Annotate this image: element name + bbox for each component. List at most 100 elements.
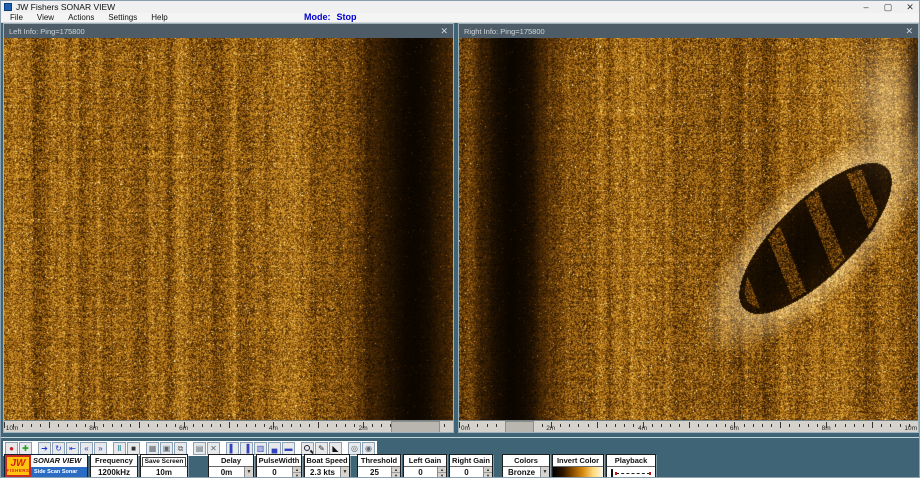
left-range-ruler[interactable]: 10m8m6m4m2m	[4, 420, 453, 432]
ruler-tick	[220, 424, 221, 427]
left-sonar-panel: Left Info: Ping=175800 ✕ 10m8m6m4m2m	[3, 23, 454, 433]
ruler-tick	[381, 424, 382, 427]
left-gain-label: Left Gain	[404, 455, 446, 467]
logo-jw-text: JW	[11, 459, 26, 468]
mode-value: Stop	[337, 12, 357, 23]
ruler-tick	[246, 424, 247, 427]
right-sonar-panel: Right Info: Ping=175800 ✕ 0m2m4m6m8m10m	[458, 23, 919, 433]
ruler-tick	[103, 424, 104, 427]
app-logo: JW FISHERS SONAR VIEW Side Scan Sonar	[4, 454, 88, 478]
right-ruler-thumb[interactable]	[505, 421, 534, 432]
left-ruler-label-4m: 4m	[269, 425, 278, 432]
ruler-tick	[753, 424, 754, 427]
left-sonar-image[interactable]	[4, 38, 453, 420]
pulse-width-down-button[interactable]: ▾	[293, 473, 301, 478]
boat-speed-value[interactable]: 2.3 kts	[305, 467, 340, 478]
menu-item-actions[interactable]: Actions	[61, 13, 101, 23]
boat-speed-dropdown-button[interactable]: ▼	[340, 467, 349, 478]
colors-dropdown-button[interactable]: ▼	[540, 467, 549, 478]
ruler-tick	[211, 424, 212, 427]
delay-value[interactable]: 0m	[209, 467, 244, 478]
threshold-value[interactable]: 25	[358, 467, 391, 478]
invert-color-label: Invert Color	[553, 455, 603, 467]
frequency-value: 1200kHz	[91, 467, 137, 478]
save-screen-button[interactable]: Save Screen	[142, 457, 187, 467]
left-ruler-label-10m: 10m	[6, 425, 19, 432]
ruler-tick	[725, 424, 726, 427]
pulse-width-label: PulseWidth	[257, 455, 301, 467]
right-range-ruler[interactable]: 0m2m4m6m8m10m	[459, 420, 918, 432]
ruler-tick	[789, 424, 790, 427]
ruler-tick	[569, 424, 570, 427]
ruler-tick	[166, 424, 167, 427]
ruler-tick	[560, 424, 561, 427]
ruler-tick	[229, 422, 230, 428]
playback-slider[interactable]	[607, 467, 655, 478]
ruler-tick	[679, 424, 680, 427]
right-panel-close-icon[interactable]: ✕	[905, 24, 913, 38]
title-bar[interactable]: JW Fishers SONAR VIEW –▢✕	[1, 1, 920, 13]
ruler-tick	[175, 424, 176, 427]
ruler-tick	[40, 424, 41, 427]
right-gain-control: Right Gain0▴▾	[449, 454, 493, 478]
ruler-tick	[67, 424, 68, 427]
ruler-tick	[716, 424, 717, 427]
threshold-control: Threshold25▴▾	[357, 454, 401, 478]
threshold-down-button[interactable]: ▾	[392, 473, 400, 478]
ruler-tick	[202, 424, 203, 427]
ruler-tick	[193, 424, 194, 427]
mode-indicator: Mode: Stop	[304, 12, 357, 23]
ruler-tick	[771, 424, 772, 427]
right-sonar-image[interactable]	[459, 38, 918, 420]
ruler-tick	[698, 424, 699, 427]
ruler-tick	[661, 424, 662, 427]
minimize-button[interactable]: –	[855, 1, 877, 13]
ruler-tick	[49, 422, 50, 428]
right-gain-down-button[interactable]: ▾	[484, 473, 492, 478]
left-gain-control: Left Gain0▴▾	[403, 454, 447, 478]
ruler-tick	[744, 424, 745, 427]
ruler-tick	[615, 424, 616, 427]
left-panel-close-icon[interactable]: ✕	[440, 24, 448, 38]
pulse-width-value[interactable]: 0	[257, 467, 292, 478]
control-panel: JW FISHERS SONAR VIEW Side Scan Sonar Fr…	[1, 453, 656, 478]
ruler-tick	[345, 424, 346, 427]
invert-color-control: Invert Color	[552, 454, 604, 478]
maximize-button[interactable]: ▢	[877, 1, 899, 13]
left-panel-title: Left Info: Ping=175800	[9, 27, 85, 36]
left-gain-down-button[interactable]: ▾	[438, 473, 446, 478]
menu-item-view[interactable]: View	[30, 13, 61, 23]
ruler-tick	[309, 424, 310, 427]
left-ruler-thumb[interactable]	[391, 421, 440, 432]
delay-dropdown-button[interactable]: ▼	[244, 467, 253, 478]
delay-control: Delay0m▼	[208, 454, 254, 478]
menu-bar: FileViewActionsSettingsHelp	[1, 13, 920, 23]
ruler-tick	[799, 424, 800, 427]
right-gain-label: Right Gain	[450, 455, 492, 467]
ruler-tick	[588, 424, 589, 427]
ruler-tick	[255, 424, 256, 427]
ruler-tick	[624, 424, 625, 427]
menu-item-help[interactable]: Help	[144, 13, 174, 23]
ruler-tick	[372, 424, 373, 427]
left-ruler-label-8m: 8m	[89, 425, 98, 432]
menu-item-file[interactable]: File	[3, 13, 30, 23]
right-gain-value[interactable]: 0	[450, 467, 483, 478]
app-window: JW Fishers SONAR VIEW –▢✕ FileViewAction…	[0, 0, 920, 478]
colors-value[interactable]: Bronze	[503, 467, 540, 478]
mode-label: Mode:	[304, 12, 331, 23]
jw-fishers-badge: JW FISHERS	[5, 455, 31, 477]
ruler-tick	[477, 424, 478, 427]
ruler-tick	[854, 424, 855, 427]
playback-slider-thumb[interactable]	[611, 469, 613, 477]
menu-item-settings[interactable]: Settings	[101, 13, 144, 23]
ruler-tick	[139, 422, 140, 428]
ruler-tick	[670, 424, 671, 427]
boat-speed-control: Boat Speed2.3 kts▼	[304, 454, 350, 478]
threshold-label: Threshold	[358, 455, 400, 467]
left-gain-value[interactable]: 0	[404, 467, 437, 478]
invert-color-swatch[interactable]	[553, 467, 603, 478]
ruler-tick	[762, 424, 763, 427]
right-ruler-label-10m: 10m	[904, 425, 917, 432]
close-button[interactable]: ✕	[899, 1, 920, 13]
